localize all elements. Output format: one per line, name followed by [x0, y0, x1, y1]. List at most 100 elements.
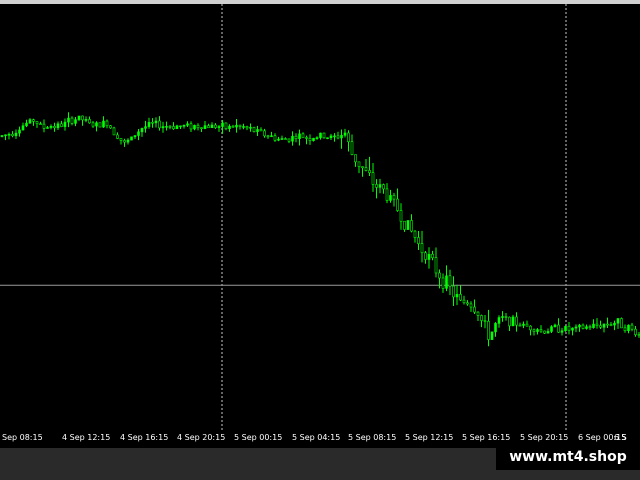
candle-body	[119, 138, 123, 141]
candle	[368, 156, 371, 177]
candle-body	[25, 122, 28, 127]
candle	[294, 133, 298, 143]
candle-body	[532, 329, 536, 332]
candle-body	[91, 122, 95, 127]
candle	[140, 127, 144, 137]
candle-body	[550, 326, 553, 332]
candle-body	[315, 137, 319, 139]
candle	[455, 284, 459, 306]
candle-body	[158, 120, 161, 129]
candle	[522, 321, 525, 329]
candle	[154, 117, 158, 128]
candle	[151, 118, 154, 128]
candle-body	[371, 172, 375, 185]
candle	[235, 118, 238, 133]
candle	[88, 116, 91, 124]
candle	[168, 125, 172, 130]
candle-body	[186, 123, 189, 126]
candle	[448, 269, 452, 296]
candle-body	[207, 125, 210, 128]
candle-body	[88, 119, 91, 124]
candle	[567, 321, 571, 335]
x-tick-label: Sep 08:15	[2, 433, 43, 442]
candle-body	[490, 331, 494, 340]
candle	[144, 120, 147, 133]
candle	[0, 134, 4, 138]
candle-body	[74, 119, 77, 124]
candle	[385, 183, 389, 204]
candle-body	[564, 326, 567, 332]
candle	[504, 312, 508, 321]
candle-body	[609, 324, 613, 327]
candle	[270, 131, 273, 138]
x-tick-label: 4 Sep 16:15	[120, 433, 169, 442]
candle-body	[595, 323, 599, 326]
candle-body	[410, 220, 413, 232]
candle	[578, 323, 581, 332]
candle-body	[294, 135, 298, 140]
candle-body	[319, 132, 322, 138]
candle	[515, 312, 518, 332]
candle-body	[623, 327, 627, 332]
candle-body	[417, 237, 420, 244]
candle	[207, 123, 210, 128]
candle-body	[291, 135, 294, 142]
candle-body	[266, 135, 270, 138]
candle	[336, 131, 340, 140]
candle-body	[175, 125, 179, 130]
candle	[161, 121, 165, 133]
candle	[284, 137, 287, 140]
candle-body	[147, 122, 151, 127]
candle-body	[238, 124, 242, 127]
x-tick-label: 5 Sep 00:15	[234, 433, 283, 442]
candle-body	[252, 127, 256, 132]
candle-body	[137, 131, 140, 136]
candle-body	[329, 135, 333, 139]
candle-body	[224, 122, 228, 130]
candle	[105, 119, 109, 129]
candle-body	[396, 198, 399, 211]
candle-body	[382, 184, 385, 190]
candle-body	[231, 125, 235, 128]
candle-body	[77, 115, 81, 120]
candle-body	[151, 122, 154, 124]
candle-body	[357, 161, 361, 167]
candle	[354, 154, 357, 167]
x-tick-label: 5 Sep 08:15	[348, 433, 397, 442]
candle-body	[469, 303, 473, 308]
candle-body	[172, 126, 175, 130]
candle	[301, 132, 305, 138]
candle	[25, 119, 28, 128]
candle	[462, 295, 466, 305]
candle-body	[525, 323, 529, 327]
candle-body	[473, 306, 476, 313]
candle	[298, 129, 301, 146]
x-tick-label: 6 S	[614, 433, 627, 442]
candle-body	[210, 124, 214, 128]
candle	[613, 320, 616, 331]
candle	[536, 328, 539, 335]
candle-body	[613, 322, 616, 326]
candle	[217, 124, 221, 132]
candle-body	[588, 326, 592, 329]
candle	[350, 134, 354, 156]
candle-body	[494, 323, 497, 333]
price-chart[interactable]	[0, 4, 640, 430]
candle	[361, 166, 364, 177]
candle-body	[322, 132, 326, 139]
candle	[14, 129, 18, 139]
candle-body	[196, 125, 200, 128]
candle-body	[336, 135, 340, 139]
candle-body	[249, 127, 252, 129]
candle	[196, 123, 200, 131]
candle-body	[35, 121, 39, 124]
candle-body	[378, 184, 382, 188]
candle	[256, 125, 259, 137]
candle	[403, 220, 406, 232]
candle	[445, 265, 448, 292]
candle	[609, 321, 613, 327]
candle	[112, 126, 116, 136]
candle	[133, 135, 137, 139]
candle-body	[602, 323, 606, 328]
candle	[252, 126, 256, 133]
